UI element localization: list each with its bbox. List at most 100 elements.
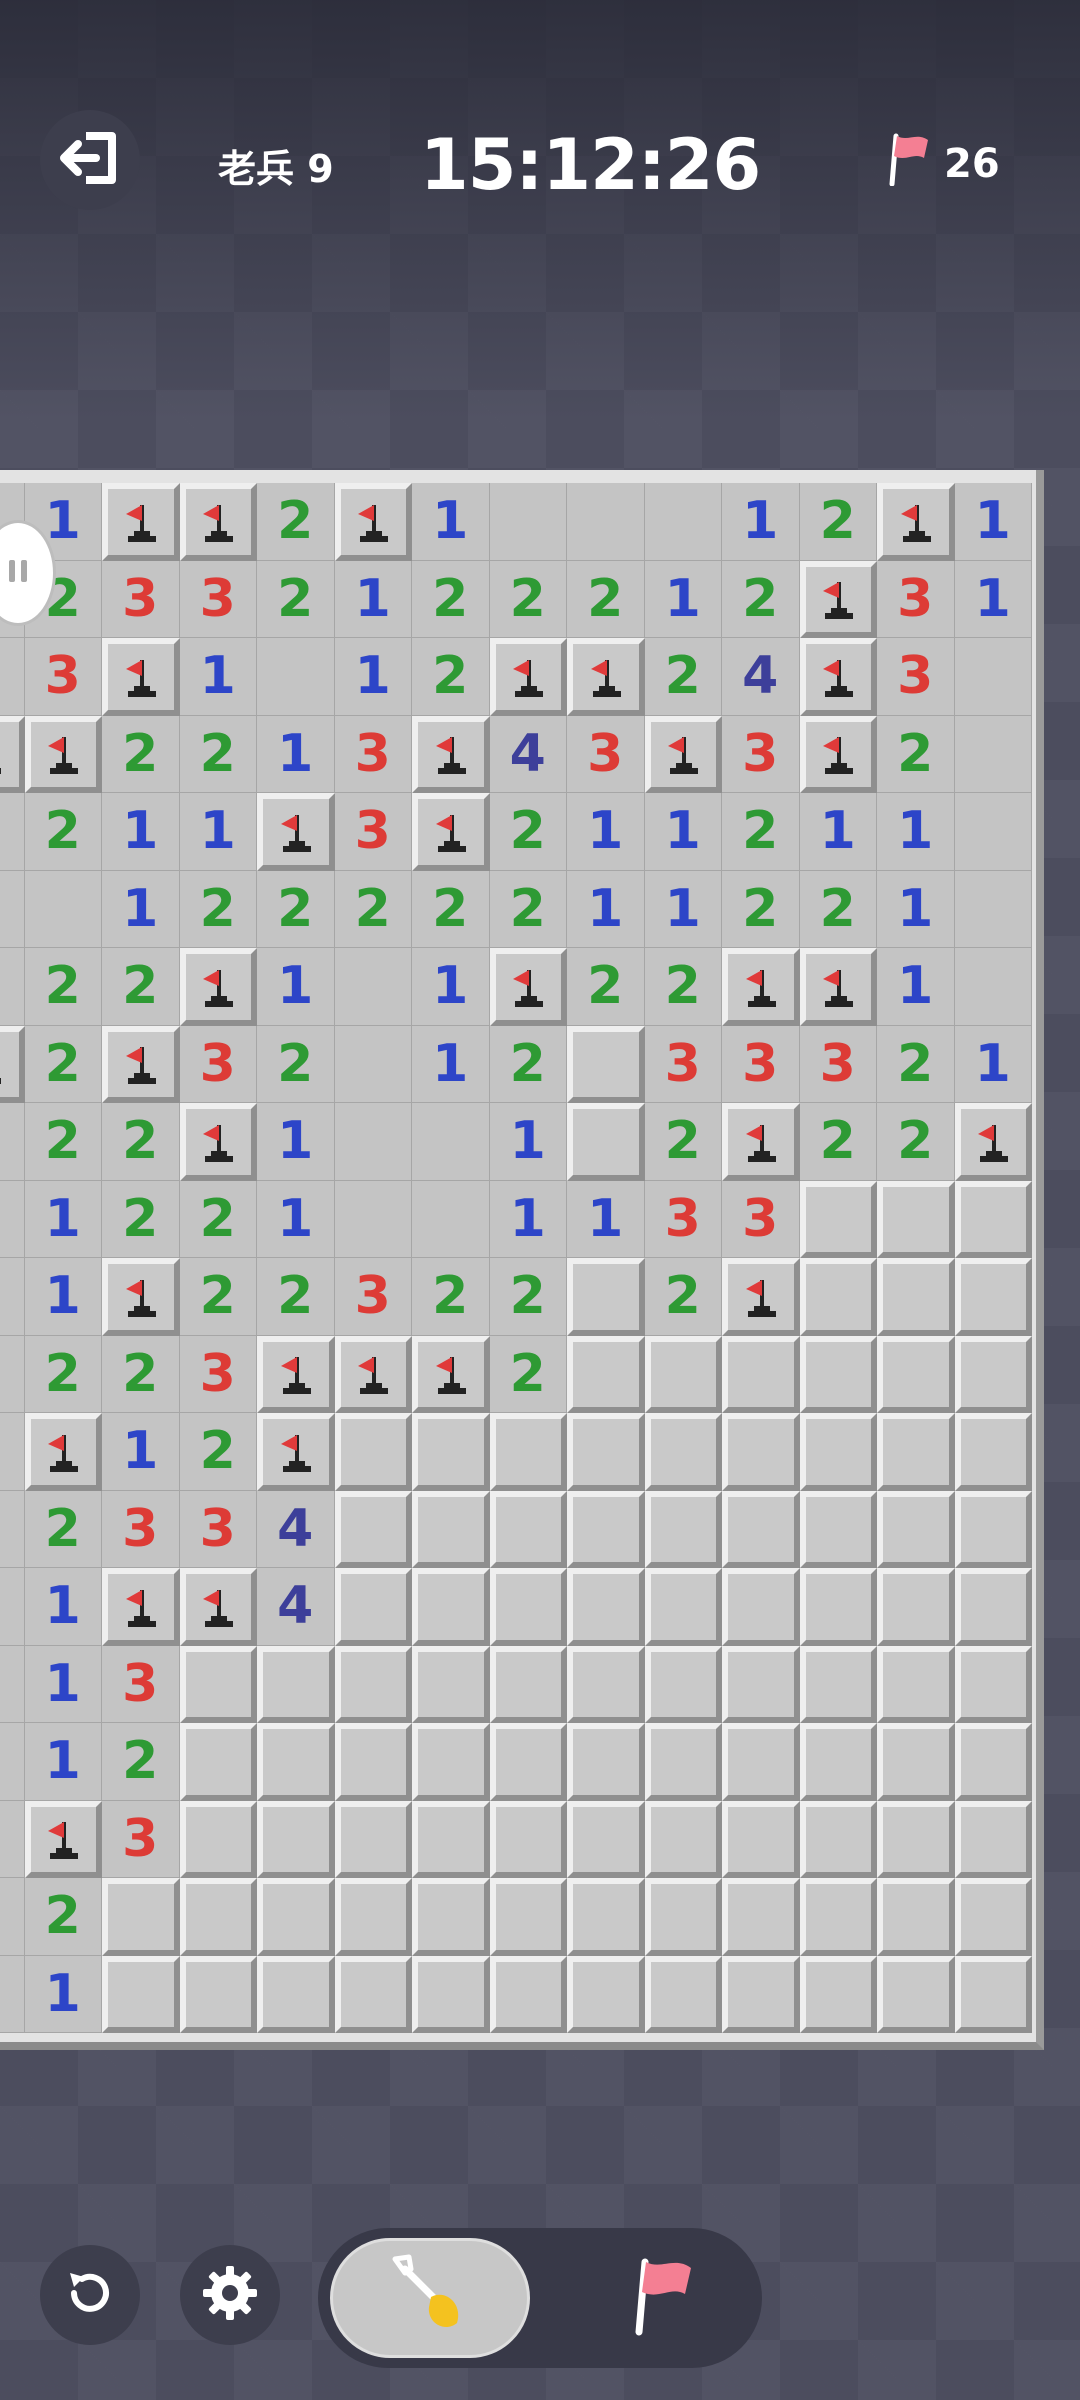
- cell-flagged[interactable]: [567, 638, 645, 716]
- cell-unrevealed[interactable]: [644, 1800, 722, 1878]
- cell-empty[interactable]: [334, 1180, 412, 1258]
- cell-unrevealed[interactable]: [257, 1955, 335, 2033]
- cell-flagged[interactable]: [722, 1258, 800, 1336]
- cell-flagged[interactable]: [722, 1103, 800, 1181]
- cell-unrevealed[interactable]: [102, 1878, 180, 1956]
- cell-unrevealed[interactable]: [489, 1490, 567, 1568]
- cell-unrevealed[interactable]: [877, 1568, 955, 1646]
- cell-unrevealed[interactable]: [877, 1180, 955, 1258]
- cell-unrevealed[interactable]: [489, 1568, 567, 1646]
- cell-unrevealed[interactable]: [412, 1955, 490, 2033]
- cell-unrevealed[interactable]: [877, 1335, 955, 1413]
- cell-number[interactable]: 2: [799, 483, 877, 561]
- cell-number[interactable]: 1: [179, 793, 257, 871]
- cell-number[interactable]: 2: [644, 638, 722, 716]
- cell-number[interactable]: 3: [799, 1025, 877, 1103]
- cell-unrevealed[interactable]: [489, 1413, 567, 1491]
- cell-number[interactable]: 3: [102, 1800, 180, 1878]
- cell-unrevealed[interactable]: [877, 1490, 955, 1568]
- cell-unrevealed[interactable]: [257, 1800, 335, 1878]
- cell-empty[interactable]: [0, 1568, 25, 1646]
- cell-unrevealed[interactable]: [567, 1103, 645, 1181]
- cell-flagged[interactable]: [412, 1335, 490, 1413]
- cell-flagged[interactable]: [179, 948, 257, 1026]
- cell-flagged[interactable]: [0, 1025, 25, 1103]
- cell-number[interactable]: 2: [722, 793, 800, 871]
- cell-number[interactable]: 1: [644, 560, 722, 638]
- cell-number[interactable]: 1: [102, 870, 180, 948]
- cell-flagged[interactable]: [799, 560, 877, 638]
- cell-unrevealed[interactable]: [567, 1878, 645, 1956]
- cell-unrevealed[interactable]: [722, 1490, 800, 1568]
- cell-number[interactable]: 2: [412, 638, 490, 716]
- undo-button[interactable]: [40, 2245, 140, 2345]
- minefield-grid[interactable]: 1211212332122212313112243221343322113211…: [0, 483, 1032, 2033]
- cell-unrevealed[interactable]: [412, 1723, 490, 1801]
- cell-number[interactable]: 2: [102, 1103, 180, 1181]
- cell-number[interactable]: 4: [257, 1568, 335, 1646]
- cell-flagged[interactable]: [102, 1258, 180, 1336]
- cell-number[interactable]: 2: [412, 1258, 490, 1336]
- flag-mode-button[interactable]: [580, 2238, 750, 2358]
- cell-unrevealed[interactable]: [954, 1878, 1032, 1956]
- cell-unrevealed[interactable]: [412, 1645, 490, 1723]
- cell-empty[interactable]: [0, 793, 25, 871]
- cell-unrevealed[interactable]: [722, 1568, 800, 1646]
- cell-number[interactable]: 3: [24, 638, 102, 716]
- cell-flagged[interactable]: [877, 483, 955, 561]
- cell-number[interactable]: 1: [644, 793, 722, 871]
- cell-number[interactable]: 1: [489, 1103, 567, 1181]
- cell-number[interactable]: 3: [334, 793, 412, 871]
- cell-flagged[interactable]: [102, 1025, 180, 1103]
- cell-flagged[interactable]: [334, 483, 412, 561]
- cell-number[interactable]: 2: [24, 1335, 102, 1413]
- cell-number[interactable]: 2: [257, 483, 335, 561]
- cell-unrevealed[interactable]: [644, 1568, 722, 1646]
- cell-number[interactable]: 1: [102, 1413, 180, 1491]
- cell-unrevealed[interactable]: [722, 1645, 800, 1723]
- cell-unrevealed[interactable]: [412, 1413, 490, 1491]
- cell-unrevealed[interactable]: [722, 1878, 800, 1956]
- cell-number[interactable]: 2: [24, 1878, 102, 1956]
- cell-number[interactable]: 1: [722, 483, 800, 561]
- cell-flagged[interactable]: [799, 638, 877, 716]
- cell-number[interactable]: 2: [257, 1258, 335, 1336]
- cell-number[interactable]: 2: [24, 948, 102, 1026]
- cell-unrevealed[interactable]: [567, 1258, 645, 1336]
- cell-unrevealed[interactable]: [877, 1878, 955, 1956]
- cell-empty[interactable]: [0, 1413, 25, 1491]
- cell-empty[interactable]: [0, 1723, 25, 1801]
- cell-number[interactable]: 3: [567, 715, 645, 793]
- cell-unrevealed[interactable]: [334, 1800, 412, 1878]
- cell-number[interactable]: 3: [877, 638, 955, 716]
- dig-mode-button[interactable]: [330, 2238, 530, 2358]
- cell-number[interactable]: 2: [24, 793, 102, 871]
- cell-unrevealed[interactable]: [722, 1335, 800, 1413]
- cell-unrevealed[interactable]: [954, 1335, 1032, 1413]
- cell-unrevealed[interactable]: [567, 1645, 645, 1723]
- cell-number[interactable]: 1: [644, 870, 722, 948]
- cell-unrevealed[interactable]: [179, 1955, 257, 2033]
- cell-unrevealed[interactable]: [722, 1800, 800, 1878]
- cell-empty[interactable]: [0, 1645, 25, 1723]
- cell-number[interactable]: 1: [567, 870, 645, 948]
- cell-empty[interactable]: [0, 1335, 25, 1413]
- cell-number[interactable]: 1: [877, 793, 955, 871]
- cell-flagged[interactable]: [179, 1568, 257, 1646]
- cell-number[interactable]: 3: [722, 715, 800, 793]
- cell-unrevealed[interactable]: [412, 1800, 490, 1878]
- cell-unrevealed[interactable]: [179, 1878, 257, 1956]
- cell-number[interactable]: 1: [877, 870, 955, 948]
- cell-flagged[interactable]: [24, 715, 102, 793]
- cell-unrevealed[interactable]: [799, 1258, 877, 1336]
- cell-unrevealed[interactable]: [644, 1413, 722, 1491]
- cell-empty[interactable]: [0, 948, 25, 1026]
- cell-number[interactable]: 2: [567, 560, 645, 638]
- cell-unrevealed[interactable]: [722, 1955, 800, 2033]
- cell-empty[interactable]: [0, 1955, 25, 2033]
- cell-unrevealed[interactable]: [954, 1955, 1032, 2033]
- cell-flagged[interactable]: [24, 1413, 102, 1491]
- cell-unrevealed[interactable]: [722, 1723, 800, 1801]
- cell-unrevealed[interactable]: [644, 1490, 722, 1568]
- cell-number[interactable]: 2: [722, 560, 800, 638]
